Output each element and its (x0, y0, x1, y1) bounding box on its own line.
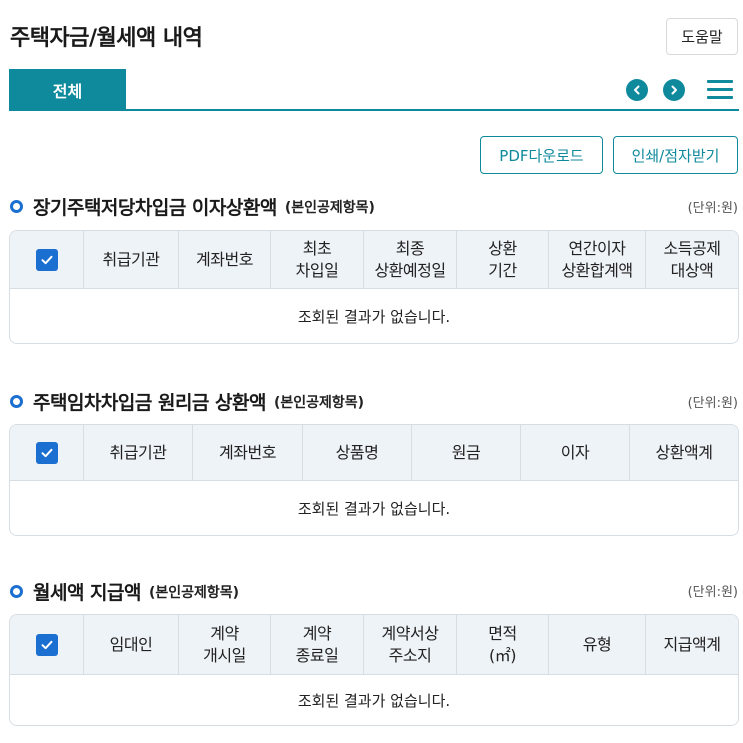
table-monthly-rent: 임대인 계약 개시일 계약 종료일 계약서상 주소지 면적 (㎡) 유형 지급액… (9, 614, 739, 726)
column-header: 상환액계 (629, 425, 738, 480)
select-all-checkbox[interactable] (35, 248, 58, 271)
section-title-monthly-rent: 월세액 지급액 (본인공제항목) (10, 578, 239, 605)
column-header: 소득공제 대상액 (645, 231, 738, 288)
column-header: 원금 (411, 425, 520, 480)
page-title: 주택자금/월세액 내역 (10, 26, 203, 51)
select-all-cell (10, 231, 83, 288)
column-header: 임대인 (83, 615, 178, 674)
chevron-left-icon (634, 85, 640, 95)
select-all-cell (10, 615, 83, 674)
table-header: 임대인 계약 개시일 계약 종료일 계약서상 주소지 면적 (㎡) 유형 지급액… (10, 615, 738, 675)
empty-message: 조회된 결과가 없습니다. (10, 289, 738, 343)
tab-all[interactable]: 전체 (9, 69, 126, 110)
tab-next-button[interactable] (663, 79, 685, 101)
column-header: 취급기관 (83, 231, 178, 288)
column-header: 이자 (520, 425, 629, 480)
column-header: 면적 (㎡) (456, 615, 548, 674)
menu-icon[interactable] (707, 79, 733, 101)
column-header: 계약서상 주소지 (363, 615, 456, 674)
unit-label: (단위:원) (687, 585, 738, 600)
column-header: 최종 상환예정일 (363, 231, 456, 288)
pdf-download-button[interactable]: PDF다운로드 (480, 136, 603, 174)
section-title-mortgage: 장기주택저당차입금 이자상환액 (본인공제항목) (10, 193, 375, 220)
column-header: 지급액계 (645, 615, 738, 674)
table-lease-loan: 취급기관 계좌번호 상품명 원금 이자 상환액계 조회된 결과가 없습니다. (9, 424, 739, 536)
section-subheading: (본인공제항목) (149, 584, 240, 601)
bullet-circle-icon (10, 395, 23, 408)
empty-message: 조회된 결과가 없습니다. (10, 675, 738, 725)
help-button[interactable]: 도움말 (666, 18, 738, 55)
column-header: 계약 종료일 (270, 615, 363, 674)
column-header: 상환 기간 (456, 231, 548, 288)
column-header: 최초 차입일 (270, 231, 363, 288)
column-header: 취급기관 (83, 425, 192, 480)
section-heading: 월세액 지급액 (33, 582, 142, 604)
column-header: 계좌번호 (192, 425, 302, 480)
table-mortgage: 취급기관 계좌번호 최초 차입일 최종 상환예정일 상환 기간 연간이자 상환합… (9, 230, 739, 344)
select-all-cell (10, 425, 83, 480)
table-header: 취급기관 계좌번호 상품명 원금 이자 상환액계 (10, 425, 738, 481)
section-title-lease-loan: 주택임차차입금 원리금 상환액 (본인공제항목) (10, 388, 364, 415)
unit-label: (단위:원) (687, 396, 738, 411)
column-header: 계좌번호 (178, 231, 270, 288)
section-heading: 장기주택저당차입금 이자상환액 (33, 197, 277, 219)
column-header: 연간이자 상환합계액 (548, 231, 645, 288)
select-all-checkbox[interactable] (35, 441, 58, 464)
column-header: 계약 개시일 (178, 615, 270, 674)
unit-label: (단위:원) (687, 201, 738, 216)
column-header: 유형 (548, 615, 645, 674)
checkmark-icon (41, 640, 52, 649)
table-header: 취급기관 계좌번호 최초 차입일 최종 상환예정일 상환 기간 연간이자 상환합… (10, 231, 738, 289)
column-header: 상품명 (302, 425, 411, 480)
checkmark-icon (41, 448, 52, 457)
chevron-right-icon (671, 85, 677, 95)
section-subheading: (본인공제항목) (273, 394, 365, 411)
checkmark-icon (41, 255, 52, 264)
print-braille-button[interactable]: 인쇄/점자받기 (613, 136, 738, 174)
section-subheading: (본인공제항목) (284, 199, 375, 216)
empty-message: 조회된 결과가 없습니다. (10, 481, 738, 535)
bullet-circle-icon (10, 585, 23, 598)
select-all-checkbox[interactable] (35, 633, 58, 656)
tab-bar: 전체 (9, 69, 739, 111)
bullet-circle-icon (10, 200, 23, 213)
tab-prev-button[interactable] (626, 79, 648, 101)
section-heading: 주택임차차입금 원리금 상환액 (33, 392, 266, 414)
